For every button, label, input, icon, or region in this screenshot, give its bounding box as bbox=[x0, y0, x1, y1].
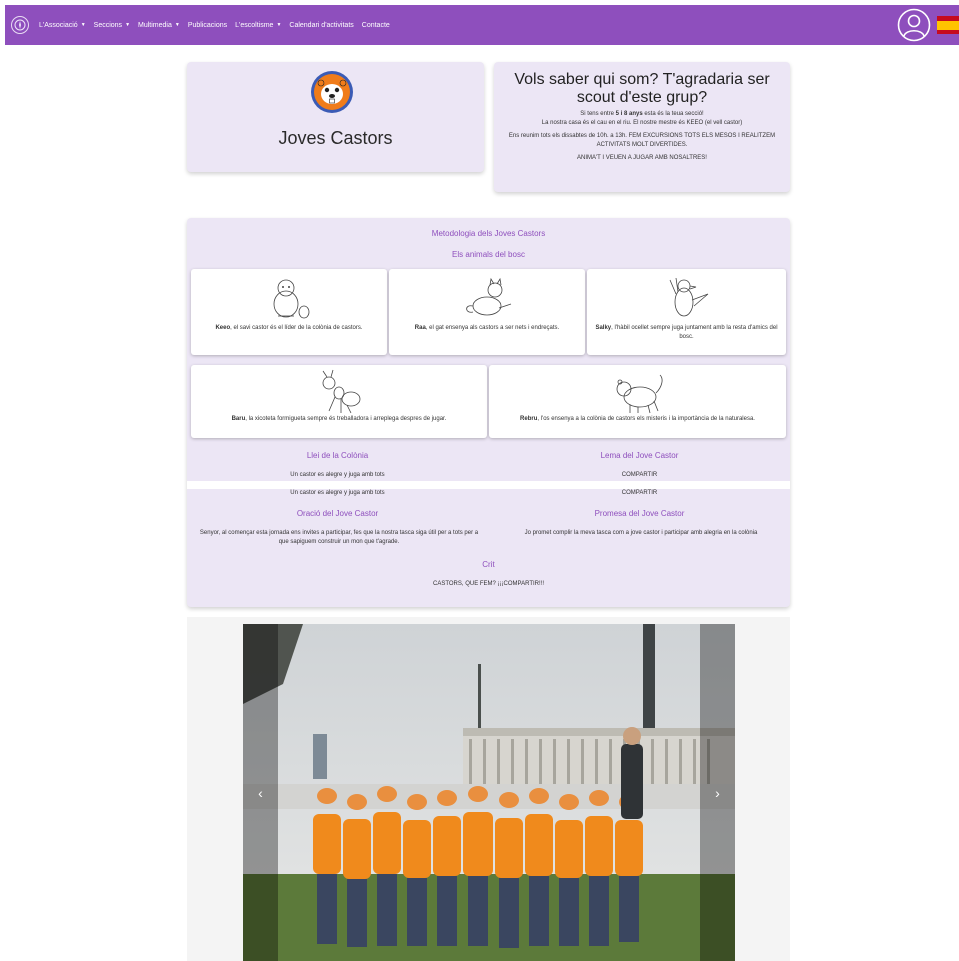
chevron-down-icon: ▼ bbox=[80, 22, 86, 28]
carousel-next-button[interactable]: › bbox=[700, 624, 735, 961]
oracio-text: Senyor, al començar esta jornada ens inv… bbox=[199, 530, 479, 545]
animal-card-rebru: Rebru, l'os ensenya a la colònia de cast… bbox=[489, 365, 786, 438]
crit-title: Crit bbox=[482, 560, 495, 569]
photo-carousel: ‹ › bbox=[187, 617, 790, 961]
section-intro-card: Vols saber qui som? T'agradaria ser scou… bbox=[494, 62, 790, 192]
cat-drawing-icon bbox=[466, 277, 512, 316]
animal-caption-keeo: Keeo, el savi castor és el líder de la c… bbox=[215, 325, 363, 331]
animals-subtitle: Els animals del bosc bbox=[452, 250, 525, 259]
animal-caption-rebru: Rebru, l'os ensenya a la colònia de cast… bbox=[520, 416, 755, 422]
top-navbar: L'Associació ▼ Seccions ▼ Multimedia ▼ Publ… bbox=[5, 5, 959, 45]
nav-item-contacte[interactable]: Contacte bbox=[362, 22, 390, 29]
intro-invite-text: ANIMA'T I VEUEN A JUGAR AMB NOSALTRES! bbox=[577, 155, 707, 161]
beaver-emblem-icon bbox=[311, 71, 353, 113]
metodologia-section: Metodologia dels Joves Castors Els anima… bbox=[187, 218, 790, 607]
animal-card-salky: Salky, l'hàbil ocellet sempre juga junta… bbox=[587, 269, 786, 355]
chevron-down-icon: ▼ bbox=[174, 22, 180, 28]
group-photo-image bbox=[243, 624, 735, 961]
group-photo bbox=[243, 624, 735, 961]
spain-flag-icon[interactable] bbox=[937, 16, 959, 34]
scout-logo-icon[interactable] bbox=[11, 16, 29, 34]
section-brand-card: Joves Castors bbox=[187, 62, 484, 172]
animal-caption-raa: Raa, el gat ensenya als castors a ser ne… bbox=[414, 325, 560, 331]
nav-item-calendari[interactable]: Calendari d'activitats bbox=[289, 22, 353, 29]
animal-card-baru: Baru, la xicoteta formigueta sempre és t… bbox=[191, 365, 487, 438]
intro-age-text: Si tens entre 5 i 8 anys esta és la teua… bbox=[580, 111, 704, 117]
bear-drawing-icon bbox=[616, 374, 662, 414]
carousel-prev-button[interactable]: ‹ bbox=[243, 624, 278, 961]
llei-title: Llei de la Colònia bbox=[306, 451, 369, 460]
intro-title: Vols saber qui som? T'agradaria ser scou… bbox=[514, 71, 770, 106]
nav-item-multimedia[interactable]: Multimedia ▼ bbox=[138, 22, 180, 29]
intro-home-text: La nostra casa és el cau en el riu. El n… bbox=[541, 120, 743, 126]
metodologia-title: Metodologia dels Joves Castors bbox=[431, 229, 546, 238]
bird-drawing-icon bbox=[669, 277, 708, 317]
chevron-down-icon: ▼ bbox=[276, 22, 282, 28]
lema-title: Lema del Jove Castor bbox=[600, 451, 679, 460]
section-divider bbox=[187, 481, 790, 489]
nav-item-seccions[interactable]: Seccions ▼ bbox=[94, 22, 130, 29]
animal-card-keeo: Keeo, el savi castor és el líder de la c… bbox=[191, 269, 387, 355]
intro-meeting-text: Ens reunim tots els dissabtes de 10h. a … bbox=[508, 133, 776, 148]
chevron-down-icon: ▼ bbox=[125, 22, 131, 28]
promesa-text: Jo promet complir la meva tasca com a jo… bbox=[524, 530, 758, 536]
nav-item-associacio[interactable]: L'Associació ▼ bbox=[39, 22, 86, 29]
ant-drawing-icon bbox=[322, 369, 361, 414]
llei-text-repeat: Un castor es alegre y juga amb tots bbox=[290, 490, 385, 496]
promesa-title: Promesa del Jove Castor bbox=[594, 509, 685, 518]
nav-item-publicacions[interactable]: Publicacions bbox=[188, 22, 227, 29]
lema-text-repeat: COMPARTIR bbox=[621, 490, 658, 496]
crit-text: CASTORS, QUE FEM? ¡¡¡COMPARTIR!!! bbox=[432, 581, 544, 587]
user-account-icon[interactable] bbox=[897, 8, 931, 42]
beaver-drawing-icon bbox=[273, 279, 310, 319]
llei-text: Un castor es alegre y juga amb tots bbox=[290, 472, 385, 478]
animal-card-raa: Raa, el gat ensenya als castors a ser ne… bbox=[389, 269, 585, 355]
nav-right-group bbox=[897, 8, 959, 42]
animal-caption-baru: Baru, la xicoteta formigueta sempre és t… bbox=[231, 416, 447, 422]
page-title: Joves Castors bbox=[278, 128, 393, 148]
nav-item-escoltisme[interactable]: L'escoltisme ▼ bbox=[235, 22, 281, 29]
animal-caption-salky: Salky, l'hàbil ocellet sempre juga junta… bbox=[595, 325, 778, 340]
oracio-title: Oració del Jove Castor bbox=[296, 509, 379, 518]
lema-text: COMPARTIR bbox=[621, 472, 658, 478]
